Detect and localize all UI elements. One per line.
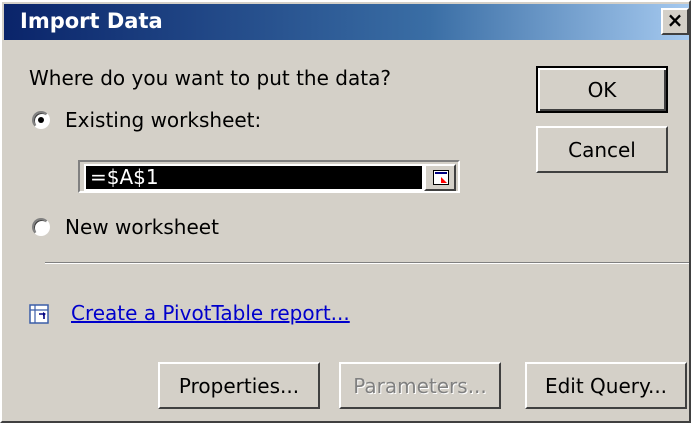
ok-button[interactable]: OK: [536, 66, 668, 113]
new-worksheet-label: New worksheet: [65, 215, 219, 239]
import-data-dialog: Import Data × Where do you want to put t…: [0, 0, 691, 423]
properties-button[interactable]: Properties...: [158, 362, 320, 409]
edit-query-button[interactable]: Edit Query...: [525, 362, 687, 409]
existing-worksheet-option[interactable]: Existing worksheet:: [32, 105, 261, 135]
collapse-dialog-icon: [433, 170, 449, 185]
title-bar[interactable]: Import Data ×: [4, 4, 689, 40]
existing-worksheet-label: Existing worksheet:: [65, 108, 262, 132]
close-button[interactable]: ×: [661, 8, 689, 35]
placement-prompt: Where do you want to put the data?: [29, 66, 391, 90]
collapse-dialog-button[interactable]: [424, 164, 456, 191]
create-pivottable-link[interactable]: Create a PivotTable report...: [71, 301, 350, 325]
new-worksheet-radio[interactable]: [32, 218, 50, 236]
dialog-title: Import Data: [20, 9, 163, 33]
cancel-button[interactable]: Cancel: [536, 126, 668, 173]
existing-worksheet-radio[interactable]: [32, 111, 50, 129]
pivottable-icon: [29, 304, 49, 324]
range-reference-input[interactable]: =$A$1: [84, 164, 424, 191]
parameters-button[interactable]: Parameters...: [339, 362, 501, 409]
range-reference-control: =$A$1: [78, 160, 460, 193]
section-separator: [45, 262, 689, 264]
new-worksheet-option[interactable]: New worksheet: [32, 212, 219, 242]
